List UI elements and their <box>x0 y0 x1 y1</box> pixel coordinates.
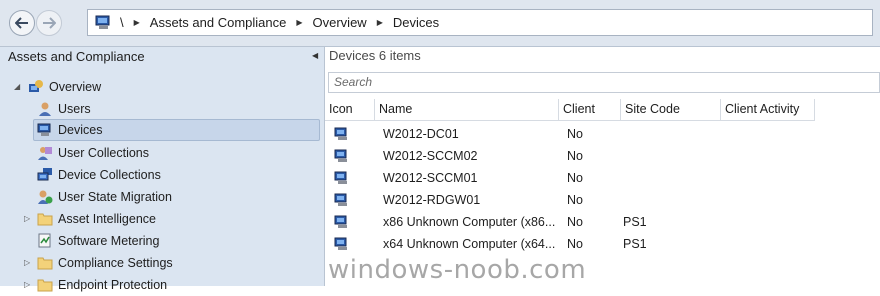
site-code-value: PS1 <box>623 215 647 229</box>
column-header-icon[interactable]: Icon <box>325 99 375 121</box>
column-header-site-code[interactable]: Site Code <box>621 99 721 121</box>
nav-item-label: Device Collections <box>58 168 161 182</box>
chevron-right-icon[interactable]: ▶ <box>296 18 302 27</box>
nav-item-label: Users <box>58 102 91 116</box>
computer-icon <box>334 237 347 250</box>
device-name: x64 Unknown Computer (x64... <box>383 237 556 251</box>
navigation-pane: Assets and Compliance ◀ ◢ Overview Users… <box>0 47 325 292</box>
device-name: W2012-SCCM02 <box>383 149 478 163</box>
nav-title: Assets and Compliance <box>8 49 145 64</box>
nav-item-users[interactable]: Users <box>37 98 91 120</box>
forward-arrow-icon <box>43 17 56 29</box>
client-value: No <box>567 149 583 163</box>
nav-item-label: Devices <box>58 123 103 137</box>
device-name: x86 Unknown Computer (x86... <box>383 215 556 229</box>
computer-icon <box>334 171 347 184</box>
client-value: No <box>567 237 583 251</box>
nav-item-label: User State Migration <box>58 190 172 204</box>
computer-icon <box>334 193 347 206</box>
nav-item-user-collections[interactable]: User Collections <box>37 142 149 164</box>
breadcrumb-devices[interactable]: Devices <box>393 15 439 30</box>
nav-item-label: Endpoint Protection <box>58 278 168 292</box>
column-header-name[interactable]: Name <box>375 99 559 121</box>
overview-icon <box>28 79 44 95</box>
nav-item-label: User Collections <box>58 146 150 160</box>
breadcrumb-overview[interactable]: Overview <box>313 15 367 30</box>
address-toolbar: \ ▶ Assets and Compliance ▶ Overview ▶ D… <box>0 0 880 47</box>
nav-item-device-collections[interactable]: Device Collections <box>37 164 161 186</box>
nav-item-user-state-migration[interactable]: User State Migration <box>37 186 172 208</box>
page-title: Devices 6 items <box>329 48 421 63</box>
nav-item-label: Asset Intelligence <box>58 212 156 226</box>
nav-item-endpoint-protection[interactable]: Endpoint Protection <box>37 274 167 296</box>
folder-icon <box>37 277 53 293</box>
expand-triangle-icon[interactable]: ▷ <box>24 258 30 267</box>
address-bar[interactable]: \ ▶ Assets and Compliance ▶ Overview ▶ D… <box>87 9 873 36</box>
nav-item-overview[interactable]: Overview <box>28 76 101 98</box>
computer-icon <box>95 15 110 29</box>
device-name: W2012-DC01 <box>383 127 459 141</box>
folder-icon <box>37 255 53 271</box>
computer-icon <box>37 122 53 138</box>
nav-item-asset-intelligence[interactable]: Asset Intelligence <box>37 208 156 230</box>
client-value: No <box>567 127 583 141</box>
chevron-right-icon[interactable]: ▶ <box>377 18 383 27</box>
client-value: No <box>567 171 583 185</box>
breadcrumb-assets-and-compliance[interactable]: Assets and Compliance <box>150 15 287 30</box>
user-icon <box>37 101 53 117</box>
forward-button[interactable] <box>36 10 62 36</box>
computer-icon <box>334 215 347 228</box>
column-header-client[interactable]: Client <box>559 99 621 121</box>
collapse-pane-icon[interactable]: ◀ <box>312 51 318 60</box>
nav-item-label: Software Metering <box>58 234 160 248</box>
breadcrumb-root-separator: \ <box>120 15 124 30</box>
expanded-triangle-icon[interactable]: ◢ <box>14 82 20 91</box>
metering-icon <box>37 233 53 249</box>
devices-pane: Devices 6 items Search Icon Name Client … <box>325 47 880 286</box>
nav-item-label: Compliance Settings <box>58 256 173 270</box>
watermark-text: windows-noob.com <box>328 255 587 285</box>
expand-triangle-icon[interactable]: ▷ <box>24 280 30 289</box>
user-collection-icon <box>37 145 53 161</box>
device-name: W2012-SCCM01 <box>383 171 478 185</box>
folder-icon <box>37 211 53 227</box>
client-value: No <box>567 193 583 207</box>
nav-item-devices[interactable]: Devices <box>33 119 320 141</box>
device-collection-icon <box>37 167 53 183</box>
migration-icon <box>37 189 53 205</box>
device-name: W2012-RDGW01 <box>383 193 481 207</box>
expand-triangle-icon[interactable]: ▷ <box>24 214 30 223</box>
nav-item-label: Overview <box>49 80 102 94</box>
column-header-client-activity[interactable]: Client Activity <box>721 99 815 121</box>
site-code-value: PS1 <box>623 237 647 251</box>
computer-icon <box>334 149 347 162</box>
back-button[interactable] <box>9 10 35 36</box>
client-value: No <box>567 215 583 229</box>
nav-item-software-metering[interactable]: Software Metering <box>37 230 159 252</box>
nav-item-compliance-settings[interactable]: Compliance Settings <box>37 252 173 274</box>
computer-icon <box>334 127 347 140</box>
search-input[interactable]: Search <box>328 72 880 93</box>
chevron-right-icon[interactable]: ▶ <box>134 18 140 27</box>
back-arrow-icon <box>15 17 28 29</box>
